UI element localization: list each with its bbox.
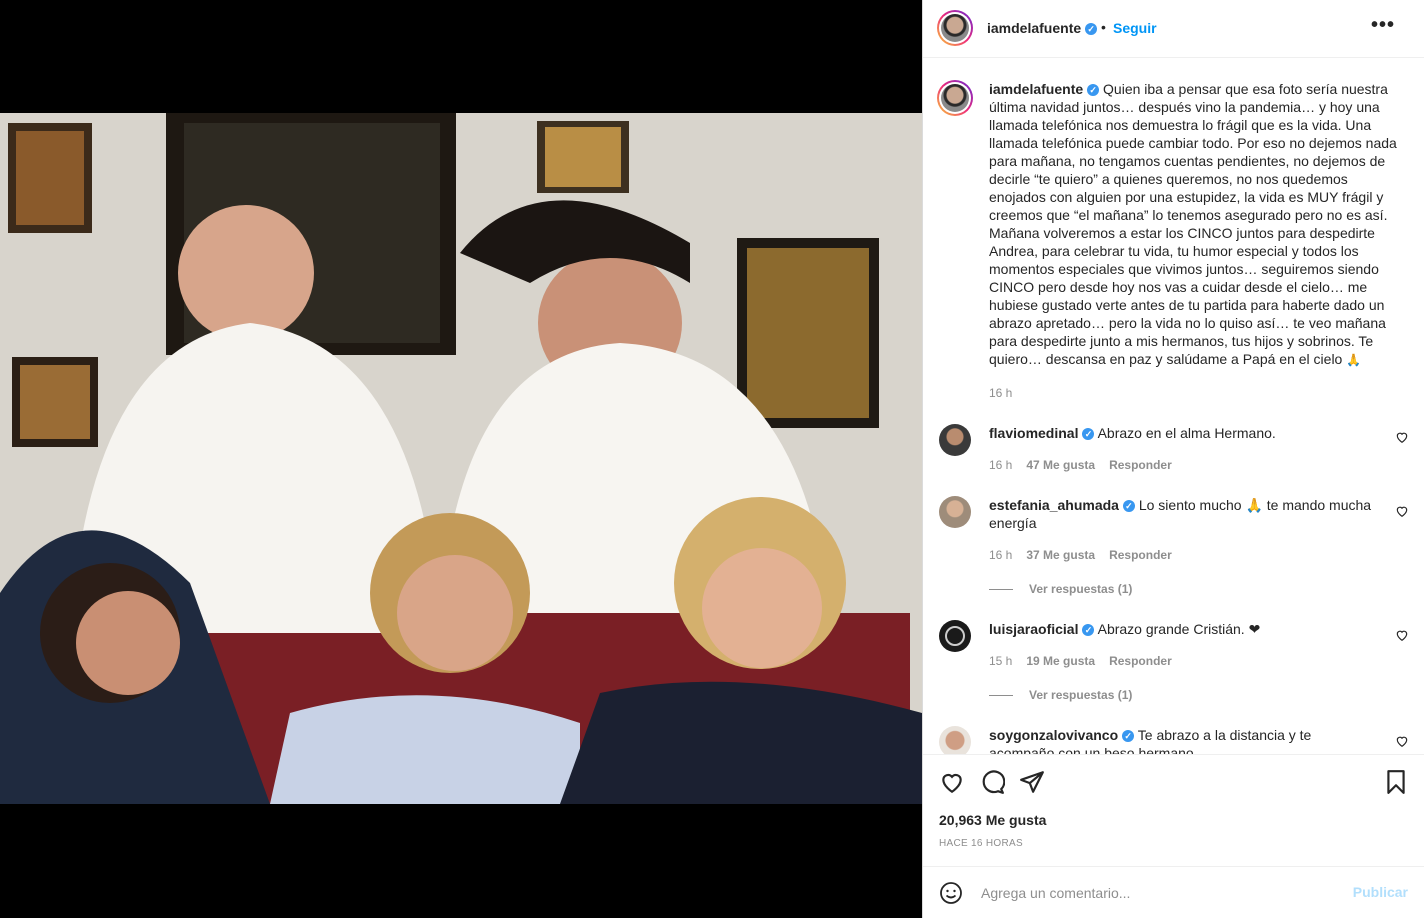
publish-button[interactable]: Publicar bbox=[1353, 884, 1408, 900]
commenter-username[interactable]: luisjaraoficial bbox=[989, 621, 1078, 637]
more-options-icon[interactable]: ••• bbox=[1371, 14, 1395, 37]
heart-icon[interactable] bbox=[939, 769, 965, 795]
verified-badge-icon: ✓ bbox=[1122, 500, 1135, 513]
post-timestamp[interactable]: HACE 16 HORAS bbox=[939, 838, 1023, 849]
comment-likes[interactable]: 47 Me gusta bbox=[1026, 458, 1095, 472]
brand-logo-icon bbox=[945, 626, 965, 646]
post-photo[interactable] bbox=[0, 113, 922, 804]
reply-button[interactable]: Responder bbox=[1109, 458, 1172, 472]
replies-line bbox=[989, 589, 1013, 591]
comment-item: soygonzalovivanco ✓ Te abrazo a la distan… bbox=[939, 726, 1409, 754]
view-replies-button[interactable]: Ver respuestas (1) bbox=[989, 582, 1132, 596]
post-media-area bbox=[0, 0, 922, 918]
comment-item: flaviomedinal ✓ Abrazo en el alma Hermano… bbox=[939, 424, 1409, 480]
separator-dot: • bbox=[1101, 19, 1106, 35]
caption-time[interactable]: 16 h bbox=[989, 386, 1012, 400]
post-header: iamdelafuente ✓ • Seguir ••• bbox=[923, 0, 1424, 58]
comment-time[interactable]: 15 h bbox=[989, 654, 1012, 668]
caption-username[interactable]: iamdelafuente bbox=[989, 81, 1083, 97]
verified-badge-icon: ✓ bbox=[1085, 23, 1098, 36]
caption-text: Quien iba a pensar que esa foto sería nu… bbox=[989, 81, 1397, 367]
comment-text: Abrazo grande Cristián. ❤ bbox=[1097, 621, 1261, 637]
comment-like-heart-icon[interactable] bbox=[1395, 628, 1409, 642]
post-side-panel: iamdelafuente ✓ • Seguir ••• iamdelafuent… bbox=[922, 0, 1424, 918]
comment-time[interactable]: 16 h bbox=[989, 548, 1012, 562]
family-photo bbox=[0, 113, 922, 804]
commenter-avatar[interactable] bbox=[939, 620, 971, 652]
comment-item: estefania_ahumada ✓ Lo siento mucho 🙏 te … bbox=[939, 496, 1409, 600]
paper-plane-icon[interactable] bbox=[1019, 769, 1045, 795]
commenter-avatar[interactable] bbox=[939, 726, 971, 754]
caption-author-avatar[interactable] bbox=[937, 80, 973, 116]
verified-badge-icon: ✓ bbox=[1082, 624, 1095, 637]
commenter-username[interactable]: soygonzalovivanco bbox=[989, 727, 1118, 743]
comment-bubble-icon[interactable] bbox=[979, 769, 1005, 795]
comment-input[interactable] bbox=[979, 879, 1343, 907]
author-username[interactable]: iamdelafuente ✓ bbox=[987, 20, 1098, 36]
comment-like-heart-icon[interactable] bbox=[1395, 734, 1409, 748]
commenter-avatar[interactable] bbox=[939, 496, 971, 528]
reply-button[interactable]: Responder bbox=[1109, 548, 1172, 562]
commenter-username[interactable]: flaviomedinal bbox=[989, 425, 1078, 441]
reply-button[interactable]: Responder bbox=[1109, 654, 1172, 668]
author-avatar[interactable] bbox=[937, 10, 973, 46]
commenter-username[interactable]: estefania_ahumada bbox=[989, 497, 1119, 513]
verified-badge-icon: ✓ bbox=[1122, 730, 1135, 743]
comment-like-heart-icon[interactable] bbox=[1395, 504, 1409, 518]
comment-like-heart-icon[interactable] bbox=[1395, 430, 1409, 444]
view-replies-button[interactable]: Ver respuestas (1) bbox=[989, 688, 1132, 702]
follow-button[interactable]: Seguir bbox=[1113, 20, 1157, 36]
replies-line bbox=[989, 695, 1013, 697]
comment-time[interactable]: 16 h bbox=[989, 458, 1012, 472]
pray-emoji: 🙏 bbox=[1346, 353, 1362, 367]
comment-likes[interactable]: 37 Me gusta bbox=[1026, 548, 1095, 562]
comment-likes[interactable]: 19 Me gusta bbox=[1026, 654, 1095, 668]
commenter-avatar[interactable] bbox=[939, 424, 971, 456]
post-action-bar bbox=[923, 754, 1424, 806]
post-caption: iamdelafuente ✓ Quien iba a pensar que es… bbox=[989, 80, 1403, 369]
bookmark-icon[interactable] bbox=[1383, 769, 1409, 795]
verified-badge-icon: ✓ bbox=[1082, 428, 1095, 441]
verified-badge-icon: ✓ bbox=[1087, 84, 1100, 97]
likes-count[interactable]: 20,963 Me gusta bbox=[939, 812, 1046, 828]
comment-text: Abrazo en el alma Hermano. bbox=[1097, 425, 1276, 441]
smiley-icon[interactable] bbox=[939, 881, 963, 905]
add-comment-bar: Publicar bbox=[923, 866, 1424, 918]
comments-scroll-area[interactable]: iamdelafuente ✓ Quien iba a pensar que es… bbox=[923, 58, 1424, 754]
instagram-post-modal: iamdelafuente ✓ • Seguir ••• iamdelafuent… bbox=[0, 0, 1424, 918]
comment-item: luisjaraoficial ✓ Abrazo grande Cristián.… bbox=[939, 620, 1409, 706]
